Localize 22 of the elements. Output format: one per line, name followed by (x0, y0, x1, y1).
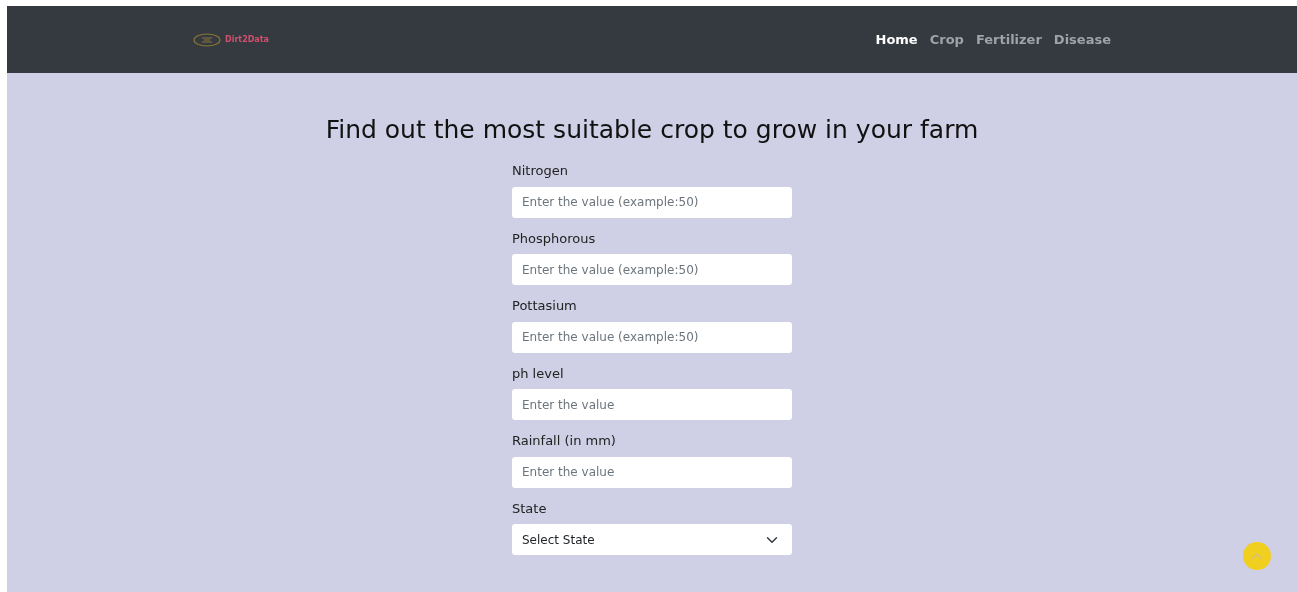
input-field[interactable]: Enter the value (example:50) (512, 186, 792, 218)
field-label: Nitrogen (512, 162, 569, 180)
nav-link[interactable]: Home (869, 29, 924, 50)
field-label: Phosphorous (512, 229, 597, 248)
input-field[interactable]: Enter the value (512, 456, 792, 488)
field-label: Rainfall (in mm) (512, 432, 617, 450)
logo-icon (193, 32, 221, 47)
brand-logo[interactable]: Dirt2Data (193, 32, 269, 47)
back-to-top-button[interactable] (1243, 542, 1271, 570)
field-label: State (512, 499, 548, 518)
input-field[interactable]: Enter the value (512, 389, 792, 420)
field-label: Pottasium (512, 297, 578, 315)
brand-name: Dirt2Data (225, 33, 269, 46)
state-select[interactable]: Select State (512, 524, 792, 555)
input-field[interactable]: Enter the value (example:50) (512, 321, 792, 353)
chevron-up-icon (1251, 552, 1263, 560)
field-label: ph level (512, 364, 565, 383)
input-field[interactable]: Enter the value (example:50) (512, 254, 792, 285)
page-heading: Find out the most suitable crop to grow in your farm (324, 115, 980, 145)
nav-link[interactable]: Crop (923, 29, 970, 50)
nav-link[interactable]: Fertilizer (969, 29, 1048, 50)
nav-link[interactable]: Disease (1047, 29, 1117, 50)
